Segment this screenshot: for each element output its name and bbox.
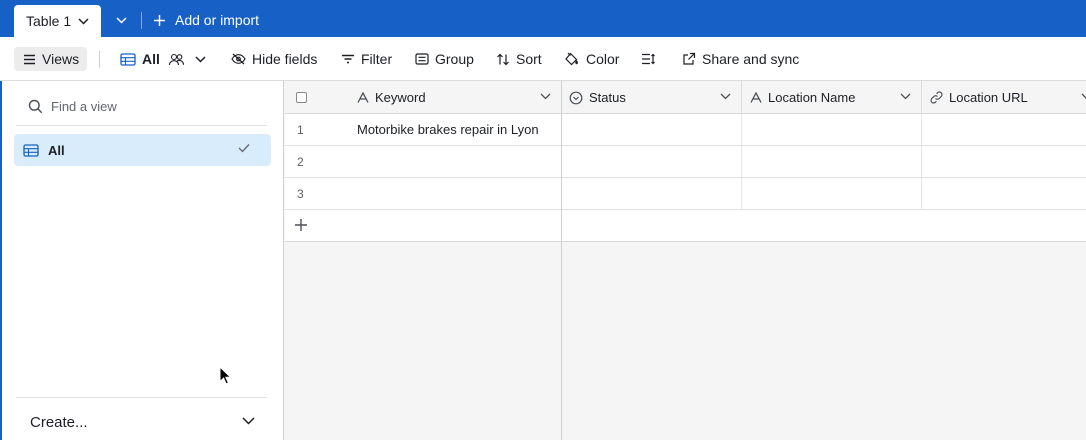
group-label: Group <box>435 51 474 67</box>
chevron-down-icon <box>195 55 206 63</box>
sidebar-item-all[interactable]: All <box>14 134 271 166</box>
filter-icon <box>342 54 354 64</box>
plus-icon <box>154 14 165 26</box>
add-import-label: Add or import <box>175 12 260 28</box>
search-icon <box>28 99 43 114</box>
row-number: 2 <box>297 155 304 169</box>
tab-table-1[interactable]: Table 1 <box>14 5 101 37</box>
frozen-column-divider[interactable] <box>561 81 562 440</box>
row-number: 1 <box>297 123 304 137</box>
people-icon <box>168 53 184 65</box>
table-row[interactable]: 1 Motorbike brakes repair in Lyon <box>285 114 1086 146</box>
column-label: Keyword <box>375 90 426 105</box>
toolbar-divider <box>99 51 100 68</box>
eye-hidden-icon <box>231 53 246 65</box>
cell-keyword[interactable] <box>348 178 562 209</box>
cell-status[interactable] <box>562 178 742 209</box>
share-label: Share and sync <box>702 51 800 67</box>
chevron-down-icon <box>720 93 731 100</box>
column-header-keyword[interactable]: Keyword <box>348 81 562 114</box>
row-height-icon <box>642 53 655 65</box>
plus-icon <box>295 219 307 231</box>
status-icon <box>569 91 583 104</box>
create-divider <box>16 397 267 398</box>
find-view-search[interactable]: Find a view <box>28 99 117 114</box>
group-icon <box>415 53 429 65</box>
cell-location-url[interactable] <box>922 178 1086 209</box>
paint-bucket-icon <box>565 52 578 65</box>
hide-fields-button[interactable]: Hide fields <box>231 47 317 71</box>
select-all-checkbox[interactable] <box>296 92 307 103</box>
table-row[interactable]: 3 <box>285 178 1086 210</box>
cell-location-url[interactable] <box>922 114 1086 145</box>
column-label: Location Name <box>768 90 856 105</box>
chevron-down-icon <box>115 16 127 24</box>
add-record-row[interactable] <box>285 210 1086 242</box>
chevron-down-icon <box>1081 93 1086 99</box>
column-label: Location URL <box>949 90 1028 105</box>
column-label: Status <box>589 90 626 105</box>
cell-status[interactable] <box>562 114 742 145</box>
row-height-button[interactable] <box>641 47 662 71</box>
cell-location-url[interactable] <box>922 146 1086 177</box>
table-row[interactable]: 2 <box>285 146 1086 178</box>
views-sidebar: Find a view All Create... <box>0 81 284 440</box>
find-view-placeholder: Find a view <box>51 99 117 114</box>
column-header-location-name[interactable]: Location Name <box>742 81 922 114</box>
share-external-icon <box>683 52 696 65</box>
column-header-status[interactable]: Status <box>562 81 742 114</box>
grid-view-icon <box>23 143 39 157</box>
hamburger-icon <box>24 54 35 64</box>
link-icon <box>930 91 943 104</box>
tab-label: Table 1 <box>26 13 72 29</box>
chevron-down-icon <box>900 93 911 100</box>
grid-view-icon <box>120 52 136 66</box>
text-icon <box>357 92 369 103</box>
view-toolbar: Views All Hide fields Filter Group Sort … <box>0 37 1086 81</box>
sort-button[interactable]: Sort <box>496 47 542 71</box>
cell-location-name[interactable] <box>742 178 922 209</box>
chevron-down-icon <box>540 93 551 100</box>
checkmark-icon <box>238 144 250 153</box>
column-header-location-url[interactable]: Location URL <box>922 81 1086 114</box>
cell-location-name[interactable] <box>742 146 922 177</box>
table-tab-bar: Table 1 Add or import <box>0 0 1086 37</box>
hide-fields-label: Hide fields <box>252 51 318 67</box>
cell-keyword[interactable] <box>348 146 562 177</box>
row-number: 3 <box>297 187 304 201</box>
more-tables-button[interactable] <box>108 9 134 31</box>
views-label: Views <box>42 51 80 67</box>
sort-icon <box>497 53 509 65</box>
filter-label: Filter <box>361 51 393 67</box>
chevron-down-icon[interactable] <box>78 17 89 25</box>
color-label: Color <box>586 51 620 67</box>
sidebar-item-label: All <box>48 142 65 158</box>
data-grid: Keyword Status Location Name Location UR… <box>285 81 1086 440</box>
view-name: All <box>142 51 160 67</box>
create-view-section[interactable]: Create... <box>30 414 88 431</box>
cell-status[interactable] <box>562 146 742 177</box>
current-view-selector[interactable]: All <box>120 47 212 71</box>
chevron-down-icon[interactable] <box>242 417 255 425</box>
tab-divider <box>141 12 142 29</box>
add-or-import-button[interactable]: Add or import <box>153 9 259 31</box>
cell-keyword[interactable]: Motorbike brakes repair in Lyon <box>348 114 562 145</box>
sidebar-edge <box>0 81 2 440</box>
views-button[interactable]: Views <box>14 47 87 71</box>
share-and-sync-button[interactable]: Share and sync <box>682 47 799 71</box>
grid-header: Keyword Status Location Name Location UR… <box>285 81 1086 114</box>
cell-location-name[interactable] <box>742 114 922 145</box>
sort-label: Sort <box>516 51 542 67</box>
text-icon <box>750 92 762 103</box>
mouse-cursor-icon <box>219 366 231 385</box>
color-button[interactable]: Color <box>564 47 619 71</box>
filter-button[interactable]: Filter <box>341 47 392 71</box>
group-button[interactable]: Group <box>415 47 474 71</box>
search-divider <box>16 125 267 126</box>
